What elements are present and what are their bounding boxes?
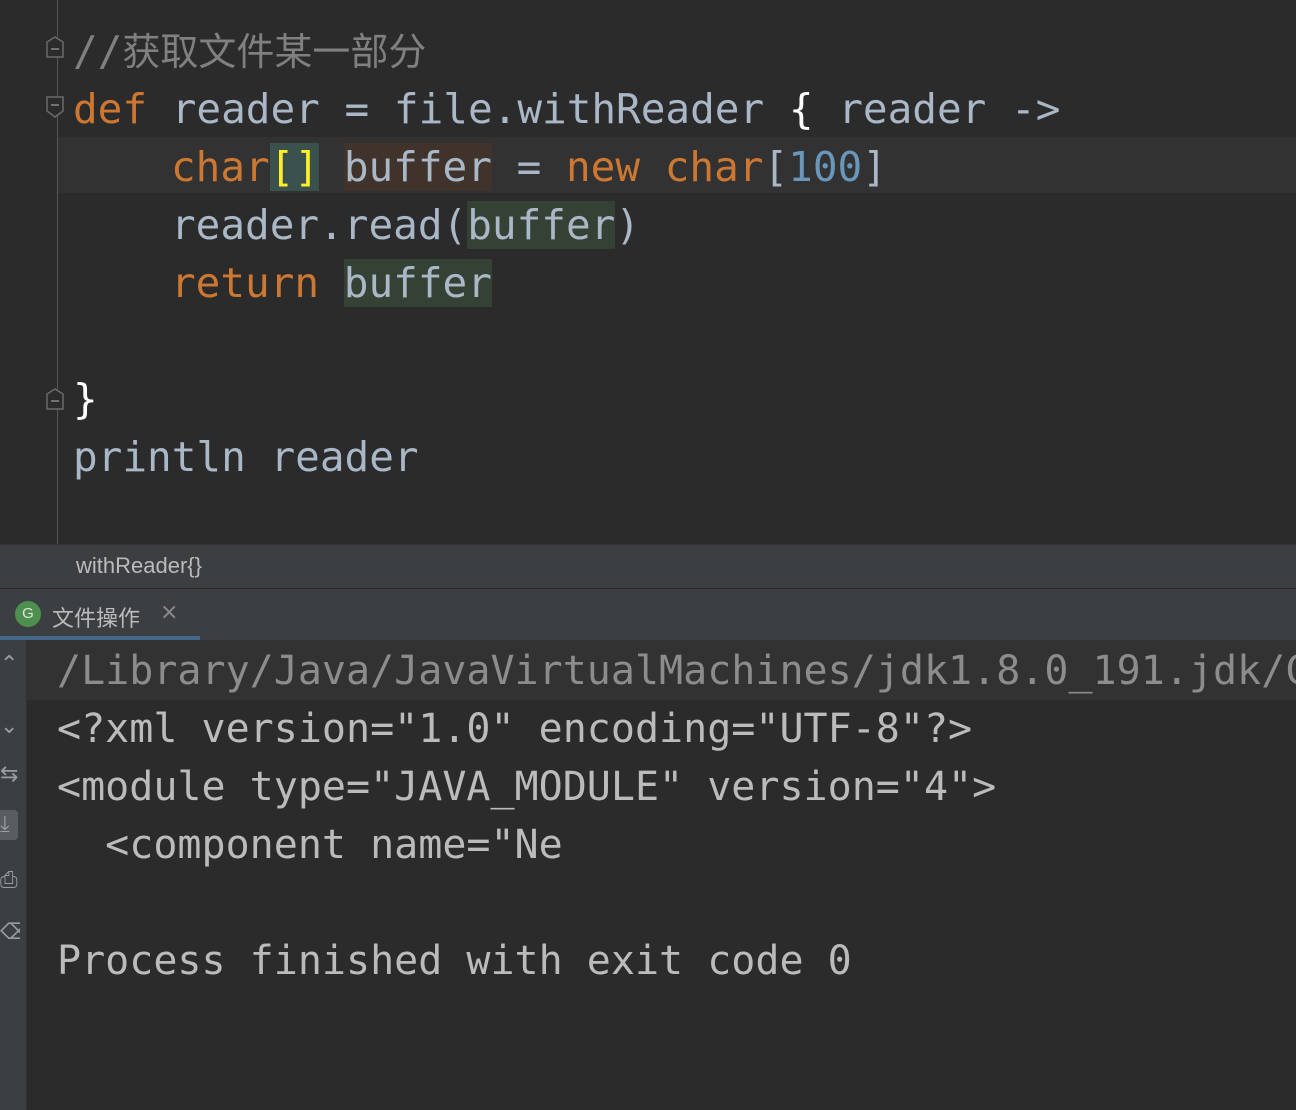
print-icon[interactable]: ⎙ [0, 866, 20, 896]
code-line-return: return buffer [73, 254, 492, 312]
fold-start-icon[interactable] [45, 96, 65, 118]
scroll-down-icon[interactable]: ⌄ [0, 712, 20, 742]
identifier-buffer-declaration: buffer [343, 143, 492, 191]
breadcrumb-item[interactable]: withReader{} [76, 553, 202, 579]
soft-wrap-icon[interactable]: ⇆ [0, 760, 20, 790]
fold-end-icon[interactable] [45, 36, 65, 58]
bracket: [ [763, 143, 789, 191]
code-line-comment: //获取文件某一部分 [73, 22, 426, 80]
console-output-line: <?xml version="1.0" encoding="UTF-8"?> [57, 706, 973, 752]
code-text: reader = file.withReader [147, 85, 789, 133]
code-text: reader -> [813, 85, 1061, 133]
close-icon[interactable]: × [160, 600, 178, 625]
groovy-script-icon: G [15, 601, 41, 627]
keyword-char: char [664, 143, 764, 191]
identifier-buffer-usage: buffer [343, 259, 492, 307]
run-console[interactable]: ⌃ ⌄ ⇆ ⤓ ⎙ ⌫ /Library/Java/JavaVirtualMac… [0, 640, 1296, 1110]
keyword-new: new [565, 143, 641, 191]
run-tab-file-operations[interactable]: G 文件操作 × [0, 589, 200, 641]
matched-brackets: [] [269, 143, 320, 191]
code-line-println: println reader [73, 428, 419, 486]
keyword-return: return [171, 259, 320, 307]
identifier-buffer-usage: buffer [467, 201, 616, 249]
comment-text: 获取文件某一部分 [122, 30, 427, 74]
number-literal: 100 [788, 143, 863, 191]
run-tab-label: 文件操作 [52, 607, 141, 632]
clear-all-icon[interactable]: ⌫ [0, 918, 20, 948]
console-output-line: <component name="Ne [57, 822, 563, 868]
code-line-def: def reader = file.withReader { reader -> [73, 80, 1060, 138]
console-exit-message: Process finished with exit code 0 [57, 938, 852, 984]
comment-slashes: // [73, 27, 123, 75]
code-text: ) [615, 201, 641, 249]
run-tool-window-tabs: G 文件操作 × [0, 588, 1296, 641]
code-line-char-array: char[] buffer = new char[100] [73, 138, 887, 196]
closure-brace-close: } [73, 375, 98, 423]
fold-end-icon[interactable] [45, 388, 65, 410]
code-line-read: reader.read(buffer) [73, 196, 640, 254]
scroll-to-end-icon[interactable]: ⤓ [0, 810, 18, 840]
console-output-line: <module type="JAVA_MODULE" version="4"> [57, 764, 997, 810]
closure-brace-open: { [788, 85, 814, 133]
keyword-def: def [73, 85, 148, 133]
keyword-char: char [171, 143, 270, 191]
scroll-up-icon[interactable]: ⌃ [0, 650, 20, 680]
breadcrumb: withReader{} [0, 544, 1296, 588]
console-toolbar: ⌃ ⌄ ⇆ ⤓ ⎙ ⌫ [0, 640, 27, 1110]
console-command-line: /Library/Java/JavaVirtualMachines/jdk1.8… [57, 648, 1296, 694]
gutter-divider [57, 0, 58, 544]
code-text: reader.read( [171, 201, 468, 249]
code-text: = [491, 143, 566, 191]
code-text: println reader [73, 433, 419, 481]
bracket: ] [862, 143, 887, 191]
code-line-closing-brace: } [73, 370, 98, 428]
code-editor[interactable]: //获取文件某一部分 def reader = file.withReader … [0, 0, 1296, 544]
